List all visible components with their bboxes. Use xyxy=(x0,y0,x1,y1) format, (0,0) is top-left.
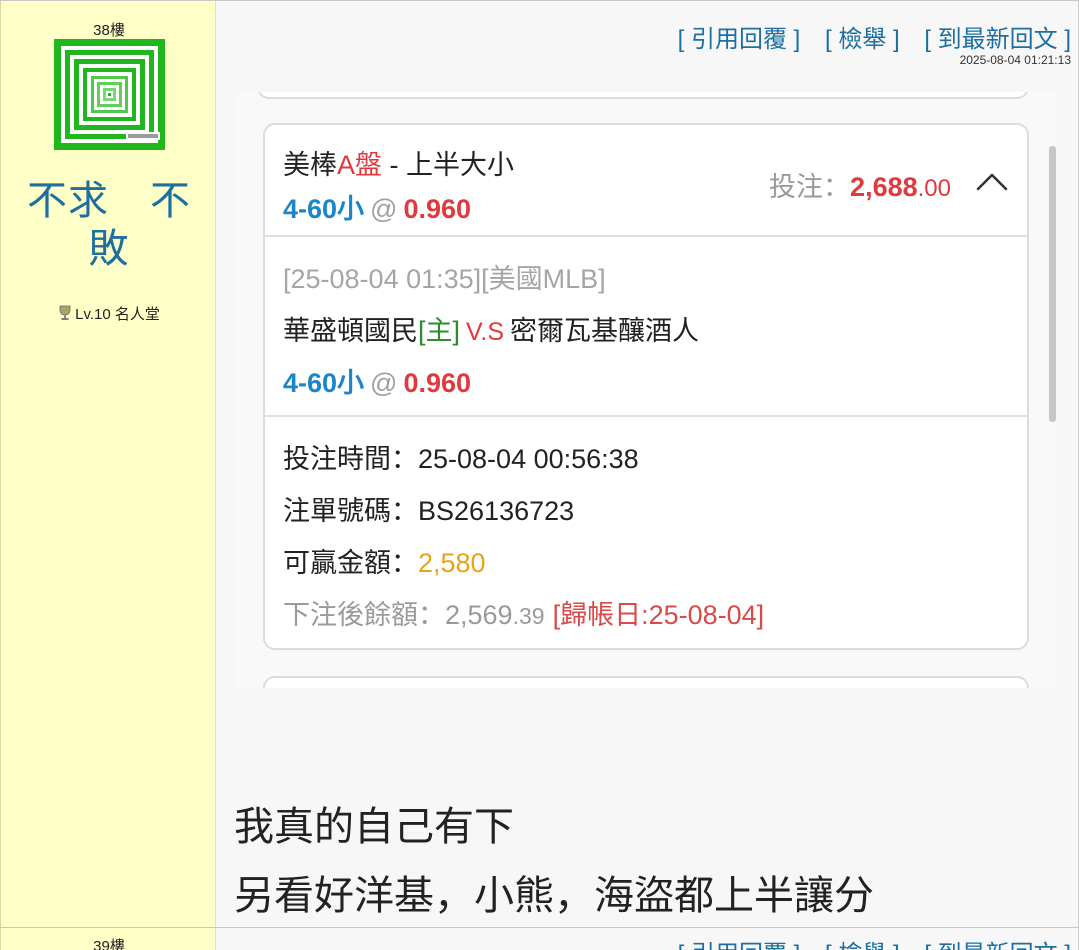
bet-slip-screenshot: 美棒A盤 - 上半大小 4-60小 @0.960 投注：2,688.00 [25-… xyxy=(235,92,1057,688)
stake-label: 投注： xyxy=(769,172,851,202)
level-label: Lv.10 名人堂 xyxy=(75,306,160,323)
odds-value: 0.960 xyxy=(403,194,472,224)
slip-number-label: 注單號碼： xyxy=(283,496,418,526)
previous-bet-card xyxy=(257,92,1029,99)
scrollbar xyxy=(1049,146,1056,422)
author-sidebar: 38樓 不求 不敗 Lv.10 名人堂 xyxy=(0,1,216,927)
trophy-icon xyxy=(58,305,72,325)
author-sidebar: 39樓 xyxy=(0,928,216,950)
quote-reply-link[interactable]: [ 引用回覆 ] xyxy=(678,26,801,53)
stake-decimal: .00 xyxy=(917,175,951,202)
report-link[interactable]: [ 檢舉 ] xyxy=(825,941,900,950)
quote-reply-link[interactable]: [ 引用回覆 ] xyxy=(678,941,801,950)
message-line: 我真的自己有下 xyxy=(234,805,514,849)
win-amount: 2,580 xyxy=(418,548,486,578)
win-amount-label: 可贏金額： xyxy=(283,548,418,578)
floor-number: 38樓 xyxy=(93,22,125,39)
balance-row: 下注後餘額：2,569.39 [歸帳日:25-08-04] xyxy=(283,593,764,632)
post-timestamp: 2025-08-04 01:21:13 xyxy=(959,53,1071,67)
bet-time-label: 投注時間： xyxy=(283,444,418,474)
chevron-up-icon[interactable] xyxy=(975,169,1009,193)
report-link[interactable]: [ 檢舉 ] xyxy=(825,26,900,53)
at-sign: @ xyxy=(370,368,398,398)
at-sign: @ xyxy=(370,194,398,224)
post-actions: [ 引用回覆 ] [ 檢舉 ] [ 到最新回文 ] xyxy=(660,19,1071,54)
user-level: Lv.10 名人堂 xyxy=(1,303,217,325)
market-title: 美棒A盤 - 上半大小 xyxy=(283,143,514,182)
balance-label: 下注後餘額： xyxy=(283,600,445,630)
username[interactable]: 不求 不敗 xyxy=(19,177,199,273)
latest-reply-link[interactable]: [ 到最新回文 ] xyxy=(924,941,1071,950)
bet-time-row: 投注時間：25-08-04 00:56:38 xyxy=(283,437,639,476)
next-bet-card xyxy=(263,676,1029,688)
match-selection-odds: 4-60小 @0.960 xyxy=(283,361,471,400)
slip-number: BS26136723 xyxy=(418,496,575,526)
match-section: [25-08-04 01:35][美國MLB] 華盛頓國民[主] V.S 密爾瓦基釀… xyxy=(265,237,1027,417)
settle-date: [歸帳日:25-08-04] xyxy=(552,600,765,630)
floor-number: 39樓 xyxy=(93,938,125,950)
selection-odds: 4-60小 @0.960 xyxy=(283,187,471,226)
slip-number-row: 注單號碼：BS26136723 xyxy=(283,489,574,528)
balance-amount: 2,569 xyxy=(445,600,513,630)
post-39: 39樓 [ 引用回覆 ] [ 檢舉 ] [ 到最新回文 ] xyxy=(0,928,1079,950)
post-actions: [ 引用回覆 ] [ 檢舉 ] [ 到最新回文 ] xyxy=(660,934,1071,950)
bet-time: 25-08-04 00:56:38 xyxy=(418,444,639,474)
home-tag: [主] xyxy=(418,316,461,346)
avatar-image xyxy=(54,39,165,150)
market-suffix: - 上半大小 xyxy=(389,150,515,180)
selection: 4-60小 xyxy=(283,368,365,398)
post-38: 38樓 不求 不敗 Lv.10 名人堂 [引用回覆] [檢舉] [到最… xyxy=(0,0,1079,928)
selection: 4-60小 xyxy=(283,194,365,224)
away-team: 密爾瓦基釀酒人 xyxy=(510,316,700,346)
avatar[interactable] xyxy=(54,39,165,150)
bet-card-header: 美棒A盤 - 上半大小 4-60小 @0.960 投注：2,688.00 xyxy=(265,125,1027,237)
stake-amount: 2,688 xyxy=(850,172,918,202)
latest-reply-link[interactable]: [ 到最新回文 ] xyxy=(924,26,1071,53)
sport-prefix: 美棒 xyxy=(283,150,337,180)
market-tag: A盤 xyxy=(337,150,383,180)
vs-label: V.S xyxy=(466,318,505,346)
message-line: 另看好洋基，小熊，海盜都上半讓分 xyxy=(234,874,874,918)
odds-value: 0.960 xyxy=(403,368,472,398)
match-meta: [25-08-04 01:35][美國MLB] xyxy=(283,264,606,294)
teams: 華盛頓國民[主] V.S 密爾瓦基釀酒人 xyxy=(283,309,699,348)
stake: 投注：2,688.00 xyxy=(769,165,951,204)
home-team: 華盛頓國民 xyxy=(283,316,418,346)
bet-card: 美棒A盤 - 上半大小 4-60小 @0.960 投注：2,688.00 [25-… xyxy=(263,123,1029,650)
bet-info-section: 投注時間：25-08-04 00:56:38 注單號碼：BS26136723 可… xyxy=(265,417,1027,648)
balance-decimal: .39 xyxy=(512,603,545,629)
win-amount-row: 可贏金額：2,580 xyxy=(283,541,486,580)
